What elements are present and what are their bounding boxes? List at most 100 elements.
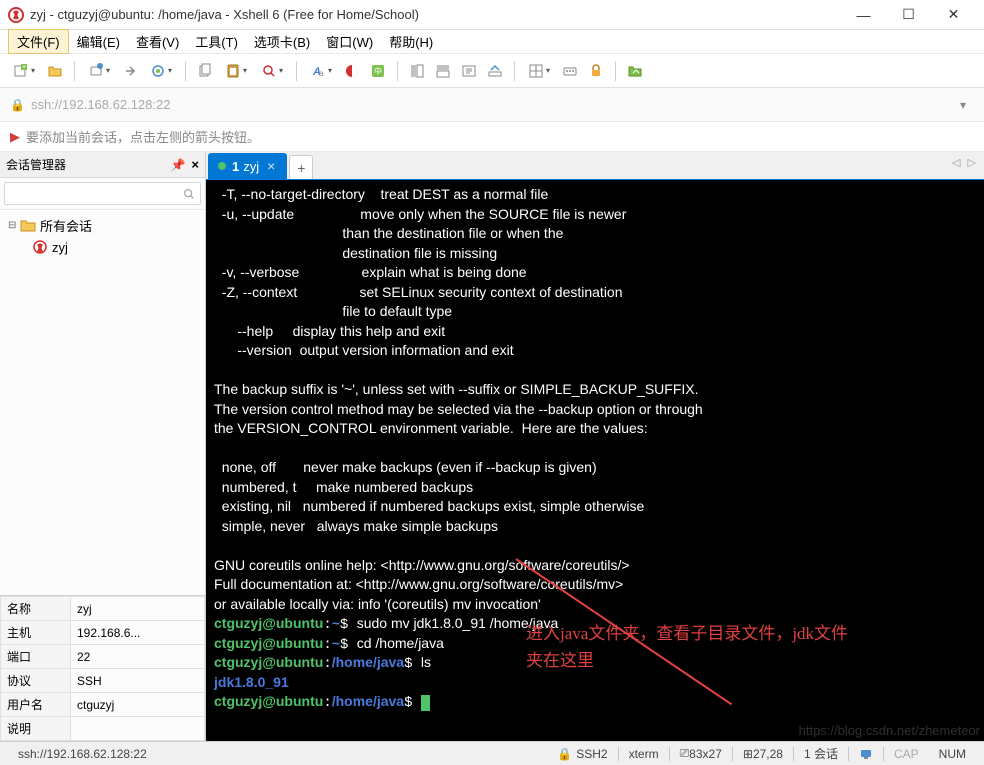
window-title: zyj - ctguzyj@ubuntu: /home/java - Xshel…	[30, 7, 841, 22]
tab-close-icon[interactable]: ×	[267, 158, 275, 174]
status-num: NUM	[929, 747, 976, 761]
menu-file[interactable]: 文件(F)	[8, 29, 69, 54]
flag-icon: ▶	[10, 129, 20, 145]
session-icon	[32, 239, 48, 255]
prop-val: 192.168.6...	[71, 621, 205, 645]
panel-header: 会话管理器 📌 ×	[0, 152, 205, 178]
tab-nav-arrows[interactable]: ◁ ▷	[952, 156, 978, 169]
tab-bar: 1 zyj × + ◁ ▷	[206, 152, 984, 180]
search-input[interactable]	[4, 182, 201, 205]
lock-button[interactable]	[585, 60, 607, 82]
session-tree: ⊟ 所有会话 zyj	[0, 210, 205, 595]
prop-key: 端口	[1, 645, 71, 669]
menu-tabs[interactable]: 选项卡(B)	[246, 30, 318, 53]
prop-key: 协议	[1, 669, 71, 693]
open-button[interactable]	[44, 60, 66, 82]
content-area: 1 zyj × + ◁ ▷ -T, --no-target-directory …	[206, 152, 984, 741]
tab-session[interactable]: 1 zyj ×	[208, 153, 287, 179]
hint-bar: ▶ 要添加当前会话，点击左侧的箭头按钮。	[0, 122, 984, 152]
panel-close-icon[interactable]: ×	[191, 157, 199, 172]
new-session-button[interactable]: +	[8, 60, 40, 82]
quick-command-button[interactable]	[458, 60, 480, 82]
connect-button[interactable]	[83, 60, 115, 82]
prop-val: ctguzyj	[71, 693, 205, 717]
prop-val	[71, 717, 205, 741]
tunneling-panel-button[interactable]	[432, 60, 454, 82]
prop-row: 用户名ctguzyj	[1, 693, 205, 717]
minimize-button[interactable]: —	[841, 0, 886, 30]
status-online-icon	[849, 747, 883, 761]
status-sessions: 1 会话	[794, 745, 848, 762]
status-size: ⎚ 83x27	[670, 746, 732, 761]
menu-window[interactable]: 窗口(W)	[318, 30, 381, 53]
window-controls: — ☐ ✕	[841, 0, 976, 30]
find-button[interactable]	[256, 60, 288, 82]
paste-button[interactable]	[220, 60, 252, 82]
close-button[interactable]: ✕	[931, 0, 976, 30]
status-address: ssh://192.168.62.128:22	[8, 747, 157, 761]
address-dropdown-icon[interactable]: ▾	[952, 98, 974, 112]
tab-number: 1	[232, 159, 239, 174]
menubar: 文件(F) 编辑(E) 查看(V) 工具(T) 选项卡(B) 窗口(W) 帮助(…	[0, 30, 984, 54]
terminal-cursor	[421, 695, 430, 711]
lock-icon: 🔒	[557, 747, 572, 761]
main-area: 会话管理器 📌 × ⊟ 所有会话 zyj 名称zyj 主机192.168.6..…	[0, 152, 984, 741]
prop-row: 端口22	[1, 645, 205, 669]
tab-add-button[interactable]: +	[289, 155, 313, 179]
tab-label: zyj	[243, 159, 259, 174]
tab-status-dot	[218, 162, 226, 170]
hint-text: 要添加当前会话，点击左侧的箭头按钮。	[26, 127, 260, 146]
tree-session-label: zyj	[52, 240, 68, 255]
folder-icon	[20, 218, 36, 234]
status-cap: CAP	[884, 747, 929, 761]
menu-view[interactable]: 查看(V)	[128, 30, 187, 53]
lock-icon: 🔒	[10, 98, 25, 112]
layout-button[interactable]	[523, 60, 555, 82]
tree-root-label: 所有会话	[40, 216, 92, 235]
prop-row: 说明	[1, 717, 205, 741]
prop-key: 用户名	[1, 693, 71, 717]
prop-val: zyj	[71, 597, 205, 621]
address-input[interactable]	[31, 97, 952, 112]
prop-val: 22	[71, 645, 205, 669]
prop-row: 名称zyj	[1, 597, 205, 621]
tree-root[interactable]: ⊟ 所有会话	[4, 214, 201, 237]
prop-key: 名称	[1, 597, 71, 621]
prop-key: 说明	[1, 717, 71, 741]
menu-help[interactable]: 帮助(H)	[381, 30, 441, 53]
prop-row: 主机192.168.6...	[1, 621, 205, 645]
font-button[interactable]: Aa	[305, 60, 337, 82]
menu-tools[interactable]: 工具(T)	[187, 30, 246, 53]
session-properties: 名称zyj 主机192.168.6... 端口22 协议SSH 用户名ctguz…	[0, 595, 205, 741]
xftp-button[interactable]	[624, 60, 646, 82]
disconnect-button[interactable]	[119, 60, 141, 82]
prop-key: 主机	[1, 621, 71, 645]
maximize-button[interactable]: ☐	[886, 0, 931, 30]
status-proto: 🔒SSH2	[547, 747, 617, 761]
encoding-button[interactable]: 中	[367, 60, 389, 82]
app-icon	[8, 7, 24, 23]
terminal[interactable]: -T, --no-target-directory treat DEST as …	[206, 180, 984, 741]
svg-text:a: a	[319, 69, 324, 78]
svg-text:+: +	[22, 64, 26, 71]
reconnect-button[interactable]	[145, 60, 177, 82]
copy-button[interactable]	[194, 60, 216, 82]
status-term: xterm	[619, 747, 669, 761]
watermark: https://blog.csdn.net/zhemeteor	[799, 723, 980, 739]
prop-row: 协议SSH	[1, 669, 205, 693]
session-manager-panel: 会话管理器 📌 × ⊟ 所有会话 zyj 名称zyj 主机192.168.6..…	[0, 152, 206, 741]
address-bar: 🔒 ▾	[0, 88, 984, 122]
tree-session-item[interactable]: zyj	[28, 237, 201, 257]
annotation-text: 进入java文件夹，查看子目录文件，jdk文件夹在这里	[526, 620, 856, 674]
menu-edit[interactable]: 编辑(E)	[69, 30, 128, 53]
prop-val: SSH	[71, 669, 205, 693]
collapse-icon[interactable]: ⊟	[8, 220, 20, 231]
status-cursor-pos: ⊞ 27,28	[733, 747, 793, 761]
compose-button[interactable]	[484, 60, 506, 82]
sessions-panel-button[interactable]	[406, 60, 428, 82]
pin-icon[interactable]: 📌	[170, 158, 185, 172]
titlebar: zyj - ctguzyj@ubuntu: /home/java - Xshel…	[0, 0, 984, 30]
toolbar: + Aa 中	[0, 54, 984, 88]
color-scheme-button[interactable]	[341, 60, 363, 82]
key-mapping-button[interactable]	[559, 60, 581, 82]
